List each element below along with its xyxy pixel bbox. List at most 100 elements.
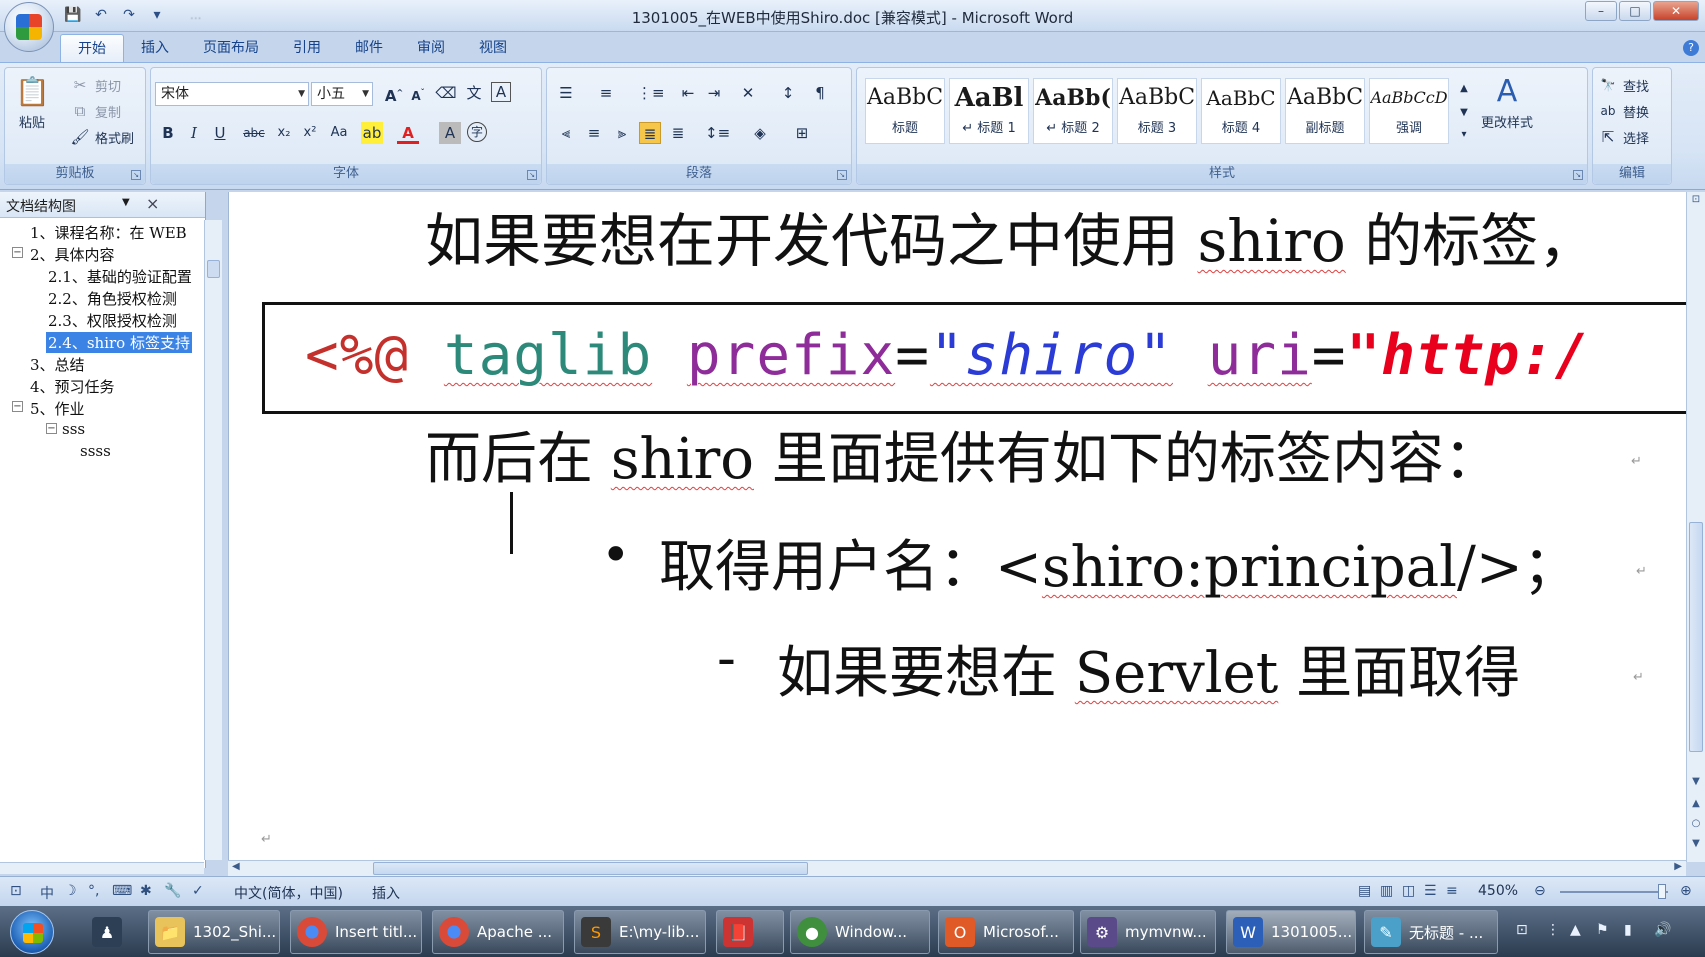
zoom-slider-knob[interactable] [1658,884,1666,899]
vertical-scroll-thumb[interactable] [1689,522,1703,752]
tray-network-icon[interactable]: ⊡ [1516,922,1528,938]
tree-item[interactable]: 1、课程名称：在 WEB [30,222,187,243]
collapse-icon[interactable]: − [12,247,23,258]
replace-button[interactable]: ab 替换 [1597,100,1650,122]
next-page-icon[interactable]: ▼ [1690,838,1702,849]
tab-mailings[interactable]: 邮件 [338,34,400,62]
style-title[interactable]: AaBbC 标题 [865,78,945,144]
view-web-icon[interactable]: ◫ [1402,883,1415,899]
language-status[interactable]: 中文(简体，中国) [234,883,343,903]
tree-item[interactable]: 3、总结 [30,354,85,375]
cut-button[interactable]: ✂ 剪切 [69,74,121,96]
spell-check-icon[interactable]: ✓ [192,883,204,899]
start-button[interactable] [10,910,54,954]
shading-icon[interactable]: ◈ [749,122,771,144]
zoom-slider[interactable] [1560,891,1668,893]
taskbar-item[interactable]: ● Window... [790,910,930,954]
bullets-icon[interactable]: ☰ [555,82,577,104]
subscript-button[interactable]: x₂ [273,122,295,144]
justify-icon[interactable]: ≣ [639,122,661,144]
close-icon[interactable]: × [146,194,159,213]
bold-button[interactable]: B [157,122,179,144]
multilevel-list-icon[interactable]: ⋮≡ [637,82,665,104]
style-heading-2[interactable]: AaBb(↵ 标题 2 [1033,78,1113,144]
scroll-thumb[interactable] [207,260,220,278]
styles-launcher-icon[interactable]: ↘ [1573,170,1583,180]
horizontal-scroll-thumb[interactable] [373,862,808,875]
clear-format-icon[interactable]: ⌫ [435,82,457,104]
borders-icon[interactable]: ⊞ [791,122,813,144]
style-heading-3[interactable]: AaBbC 标题 3 [1117,78,1197,144]
collapse-icon[interactable]: − [46,423,57,434]
document-map-scrollbar[interactable] [204,220,222,860]
style-heading-1[interactable]: AaBl ↵ 标题 1 [949,78,1029,144]
tree-item[interactable]: 2.1、基础的验证配置 [48,266,192,287]
clipboard-launcher-icon[interactable]: ↘ [131,170,141,180]
style-heading-4[interactable]: AaBbC 标题 4 [1201,78,1281,144]
tray-flag-icon[interactable]: ⚑ [1596,922,1609,938]
line-spacing-icon[interactable]: ↕≡ [705,122,730,144]
tab-insert[interactable]: 插入 [124,34,186,62]
tray-signal-icon[interactable]: ▮ [1624,922,1632,938]
insert-mode-status[interactable]: 插入 [372,883,400,903]
shrink-font-icon[interactable]: Aˇ [407,82,429,104]
enclose-char-icon[interactable]: 字 [467,122,487,142]
keyboard-icon[interactable]: ⌨ [112,883,132,899]
horizontal-scrollbar[interactable]: ◀ ▶ [228,860,1686,876]
taskbar-item[interactable]: 📁 1302_Shi... [148,910,280,954]
select-browse-object-icon[interactable]: ○ [1690,818,1702,829]
view-draft-icon[interactable]: ≡ [1446,883,1458,899]
numbering-icon[interactable]: ≡ [595,82,617,104]
taskbar-item[interactable]: O Microsof... [938,910,1074,954]
punctuation-icon[interactable]: °, [88,883,99,899]
view-reading-icon[interactable]: ▥ [1380,883,1393,899]
chinese-layout-icon[interactable]: ✕ [737,82,759,104]
change-styles-button[interactable]: A 更改样式 [1481,74,1533,131]
office-button[interactable] [4,2,54,52]
align-center-icon[interactable]: ≡ [583,122,605,144]
tree-item-selected[interactable]: 2.4、shiro 标签支持 [46,332,192,353]
scroll-left-icon[interactable]: ◀ [232,861,240,872]
collapse-icon[interactable]: − [12,401,23,412]
phonetic-icon[interactable]: 文 [463,82,485,104]
tab-view[interactable]: 视图 [462,34,524,62]
zoom-out-icon[interactable]: ⊖ [1534,883,1546,899]
chevron-down-icon[interactable]: ▼ [122,197,130,208]
tree-item[interactable]: 5、作业 [30,398,85,419]
format-painter-button[interactable]: 🖌 格式刷 [69,126,134,148]
moon-icon[interactable]: ☽ [64,883,77,899]
tab-references[interactable]: 引用 [276,34,338,62]
ime-chinese-icon[interactable]: 中 [40,883,54,903]
tray-menu-icon[interactable]: ⋮ [1546,922,1560,938]
align-left-icon[interactable]: ⫷ [555,122,577,144]
show-marks-icon[interactable]: ¶ [809,82,831,104]
decrease-indent-icon[interactable]: ⇤ [677,82,699,104]
tree-item[interactable]: sss [62,420,85,438]
font-size-combo[interactable]: 小五 ▼ [311,82,373,106]
increase-indent-icon[interactable]: ⇥ [703,82,725,104]
view-outline-icon[interactable]: ☰ [1424,883,1437,899]
settings-icon[interactable]: ✱ [140,883,152,899]
close-button[interactable]: ✕ [1653,1,1699,21]
taskbar-item-active[interactable]: W 1301005... [1226,910,1356,954]
tab-page-layout[interactable]: 页面布局 [186,34,276,62]
strikethrough-button[interactable]: abc [239,122,269,144]
taskbar-item[interactable]: ✎ 无标题 - ... [1364,910,1498,954]
vertical-scrollbar[interactable]: ⊡ ▼ ▲ ○ ▼ [1686,192,1705,862]
tree-item[interactable]: ssss [80,442,111,460]
styles-scroll-down-icon[interactable]: ▼ [1453,102,1475,124]
document-area[interactable]: 如果要想在开发代码之中使用 shiro 的标签， <%@ taglib pref… [228,192,1688,862]
taskbar-item[interactable]: ⚙ mymvnw... [1080,910,1216,954]
view-print-layout-icon[interactable]: ▤ [1358,883,1371,899]
find-button[interactable]: 🔭 查找 [1597,74,1650,96]
style-emphasis[interactable]: AaBbCcD 强调 [1369,78,1449,144]
tab-review[interactable]: 审阅 [400,34,462,62]
char-shading-icon[interactable]: A [439,122,461,144]
scroll-down-icon[interactable]: ▼ [1690,776,1702,787]
zoom-level[interactable]: 450% [1478,883,1518,899]
tree-item[interactable]: 2.3、权限授权检测 [48,310,177,331]
copy-button[interactable]: ⧉ 复制 [69,100,121,122]
scroll-right-icon[interactable]: ▶ [1674,861,1682,872]
font-name-combo[interactable]: 宋体 ▼ [155,82,309,106]
document-map-title[interactable]: 文档结构图 [6,196,76,216]
